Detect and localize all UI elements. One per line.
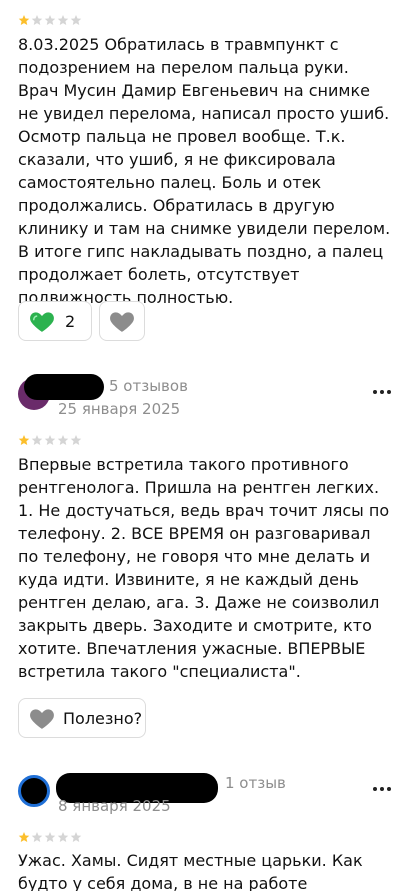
review-date: 8 января 2025 [58,797,171,815]
author-name[interactable] [24,374,104,400]
review-text: Впервые встретила такого противного рент… [18,455,390,681]
green-heart-icon [30,312,54,332]
like-button[interactable]: 2 [18,301,92,341]
star-icon-empty [44,435,56,445]
rating-stars [18,831,82,843]
star-icon-empty [70,435,82,445]
star-icon-empty [31,435,43,445]
rating-stars [18,434,82,446]
useful-label: Полезно? [63,708,143,728]
review-author: 1 отзыв 8 января 2025 [18,771,394,819]
star-icon-empty [57,832,69,842]
star-icon-empty [57,15,69,25]
review-author: 5 отзывов 25 января 2025 [18,374,394,422]
review-text: 8.03.2025 Обратилась в травмпункт с подо… [18,35,391,307]
more-options-button[interactable] [370,380,394,404]
star-icon-empty [70,832,82,842]
star-icon-filled [18,832,30,842]
useful-button[interactable]: Полезно? [18,698,146,738]
star-icon-filled [18,435,30,445]
avatar[interactable] [18,775,50,807]
grey-heart-icon [110,312,134,332]
more-dots-icon [373,390,391,394]
star-icon-empty [57,435,69,445]
review-text: Ужас. Хамы. Сидят местные царьки. Как бу… [18,851,363,891]
review-date: 25 января 2025 [58,400,181,418]
dislike-button[interactable] [99,301,145,341]
star-icon-empty [44,15,56,25]
more-options-button[interactable] [370,777,394,801]
grey-heart-icon [30,709,54,729]
star-icon-empty [70,15,82,25]
like-count: 2 [65,311,76,331]
more-dots-icon [373,787,391,791]
reaction-buttons: 2 [18,301,145,341]
star-icon-empty [31,15,43,25]
star-icon-empty [44,832,56,842]
star-icon-filled [18,15,30,25]
author-review-count[interactable]: 1 отзыв [225,774,286,792]
author-review-count[interactable]: 5 отзывов [109,377,188,395]
star-icon-empty [31,832,43,842]
rating-stars [18,14,82,26]
